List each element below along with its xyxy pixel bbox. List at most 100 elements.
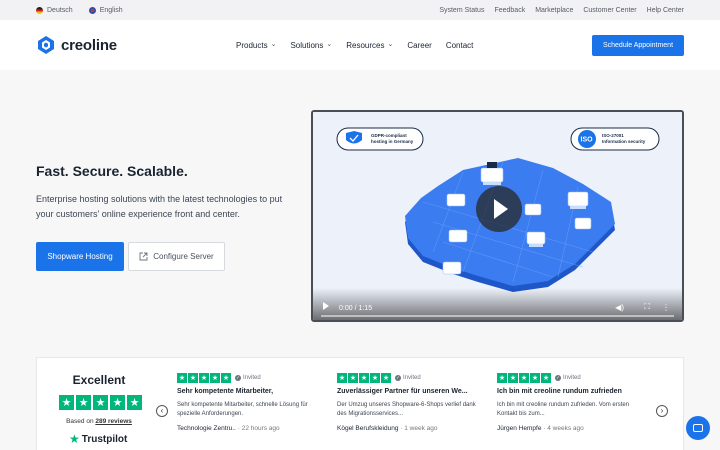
logo[interactable]: creoline xyxy=(36,35,166,55)
main-nav: Products ⌄ Solutions ⌄ Resources ⌄ Caree… xyxy=(236,20,473,70)
review-card-head: ★ ★ ★ ★ ★ ✓ Invited xyxy=(337,373,485,383)
link-customer-center[interactable]: Customer Center xyxy=(583,7,636,14)
nav-solutions-label: Solutions xyxy=(290,40,324,50)
review-count-link[interactable]: 289 reviews xyxy=(95,418,132,425)
review-stars: ★ ★ ★ ★ ★ xyxy=(177,373,231,383)
review-count: Based on 289 reviews xyxy=(37,418,161,425)
check-icon: ✓ xyxy=(555,375,561,381)
iso-badge-line1: ISO-27001 xyxy=(602,133,624,138)
fullscreen-icon[interactable]: ⛶ xyxy=(644,302,650,312)
review-card[interactable]: ★ ★ ★ ★ ★ ✓ Invited Ich bin mit creoline rund… xyxy=(497,373,645,432)
volume-icon[interactable]: ◀) xyxy=(615,303,624,312)
hero-subtitle: Enterprise hosting solutions with the la… xyxy=(36,194,283,219)
review-meta: Jürgen Hempfe · 4 weeks ago xyxy=(497,425,645,432)
nav-contact[interactable]: Contact xyxy=(446,41,474,50)
chevron-down-icon: ⌄ xyxy=(387,41,394,48)
star-icon: ★ xyxy=(210,373,220,383)
nav-contact-label: Contact xyxy=(445,40,474,50)
star-icon: ★ xyxy=(381,373,391,383)
nav-resources[interactable]: Resources ⌄ xyxy=(346,41,393,50)
check-icon: ✓ xyxy=(395,375,401,381)
star-icon: ★ xyxy=(177,373,187,383)
chevron-down-icon: ⌄ xyxy=(270,41,277,48)
star-icon: ★ xyxy=(497,373,507,383)
utility-links: System Status Feedback Marketplace Custo… xyxy=(439,7,684,14)
language-en[interactable]: English xyxy=(88,6,123,14)
hero-title: Fast. Secure. Scalable. xyxy=(36,163,188,179)
iso-badge-line2: Information security xyxy=(602,139,646,144)
chevron-left-icon[interactable]: ‹ xyxy=(156,405,168,417)
review-card-head: ★ ★ ★ ★ ★ ✓ Invited xyxy=(497,373,645,383)
schedule-appointment-button[interactable]: Schedule Appointment xyxy=(592,35,684,56)
review-card[interactable]: ★ ★ ★ ★ ★ ✓ Invited Zuverlässiger Partner für… xyxy=(337,373,485,432)
more-icon[interactable]: ⋮ xyxy=(662,303,670,312)
chevron-right-icon[interactable]: › xyxy=(656,405,668,417)
star-icon: ★ xyxy=(110,395,125,410)
video-time: 0:00 / 1:15 xyxy=(339,305,373,312)
star-icon: ★ xyxy=(348,373,358,383)
language-switcher: Deutsch English xyxy=(36,6,123,14)
gdpr-badge-line2: hosting in Germany xyxy=(371,139,414,144)
shopware-hosting-button[interactable]: Shopware Hosting xyxy=(36,242,124,271)
trustpilot-star-icon: ★ xyxy=(69,432,80,446)
nav-products-label: Products xyxy=(236,40,268,50)
review-summary: Excellent ★ ★ ★ ★ ★ Based on 289 reviews… xyxy=(37,358,161,450)
review-meta: Kögel Berufskleidung · 1 week ago xyxy=(337,425,485,432)
configure-server-button[interactable]: Configure Server xyxy=(128,242,225,271)
trustpilot-logo[interactable]: ★ Trustpilot xyxy=(69,432,127,446)
gdpr-badge: GDPR-compliant hosting in Germany xyxy=(336,127,424,151)
review-author: Technologie Zentru.. xyxy=(177,425,236,432)
language-en-label: English xyxy=(99,6,123,14)
link-system-status[interactable]: System Status xyxy=(439,7,484,14)
external-link-icon xyxy=(139,252,148,261)
play-overlay-button[interactable] xyxy=(476,186,522,232)
review-meta: Technologie Zentru.. · 22 hours ago xyxy=(177,425,325,432)
link-feedback[interactable]: Feedback xyxy=(494,7,525,14)
play-icon[interactable] xyxy=(323,302,329,310)
rating-stars: ★ ★ ★ ★ ★ xyxy=(59,395,142,410)
nav-solutions[interactable]: Solutions ⌄ xyxy=(290,41,332,50)
logo-text: creoline xyxy=(61,36,117,54)
configure-server-label: Configure Server xyxy=(153,252,214,261)
based-on-label: Based on xyxy=(66,418,94,425)
star-icon: ★ xyxy=(530,373,540,383)
chat-icon xyxy=(693,424,703,432)
main-header: creoline Products ⌄ Solutions ⌄ Resource… xyxy=(0,20,720,70)
review-title: Sehr kompetente Mitarbeiter, xyxy=(177,388,274,395)
check-icon: ✓ xyxy=(235,375,241,381)
video-progress-bar[interactable] xyxy=(321,315,674,317)
language-de[interactable]: Deutsch xyxy=(36,6,73,14)
review-ago: · 1 week ago xyxy=(400,425,438,432)
invited-label: Invited xyxy=(243,375,261,381)
chat-button[interactable] xyxy=(686,416,710,440)
review-stars: ★ ★ ★ ★ ★ xyxy=(497,373,551,383)
invited-badge: ✓ Invited xyxy=(395,375,421,381)
review-card[interactable]: ★ ★ ★ ★ ★ ✓ Invited Sehr kompetente Mitarbeit… xyxy=(177,373,325,432)
review-author: Kögel Berufskleidung xyxy=(337,425,399,432)
star-icon: ★ xyxy=(519,373,529,383)
gdpr-badge-line1: GDPR-compliant xyxy=(371,133,407,138)
review-ago-text: 4 weeks ago xyxy=(547,425,584,432)
star-icon: ★ xyxy=(508,373,518,383)
language-de-label: Deutsch xyxy=(47,6,73,14)
review-ago-text: 22 hours ago xyxy=(241,425,280,432)
iso-label: ISO xyxy=(581,137,594,144)
nav-products[interactable]: Products ⌄ xyxy=(236,41,276,50)
link-marketplace[interactable]: Marketplace xyxy=(535,7,573,14)
top-utility-bar: Deutsch English System Status Feedback M… xyxy=(0,0,720,20)
review-body: Der Umzug unseres Shopware-6-Shops verli… xyxy=(337,402,476,417)
invited-badge: ✓ Invited xyxy=(555,375,581,381)
star-icon: ★ xyxy=(76,395,91,410)
flag-en-icon xyxy=(88,6,96,14)
invited-label: Invited xyxy=(403,375,421,381)
star-icon: ★ xyxy=(93,395,108,410)
review-ago: · 4 weeks ago xyxy=(543,425,584,432)
nav-career-label: Career xyxy=(407,40,432,50)
creoline-logo-icon xyxy=(38,36,54,54)
video-player[interactable]: GDPR-compliant hosting in Germany ISO IS… xyxy=(311,110,684,322)
review-stars: ★ ★ ★ ★ ★ xyxy=(337,373,391,383)
star-icon: ★ xyxy=(188,373,198,383)
nav-career[interactable]: Career xyxy=(407,41,431,50)
link-help-center[interactable]: Help Center xyxy=(647,7,684,14)
star-icon: ★ xyxy=(370,373,380,383)
